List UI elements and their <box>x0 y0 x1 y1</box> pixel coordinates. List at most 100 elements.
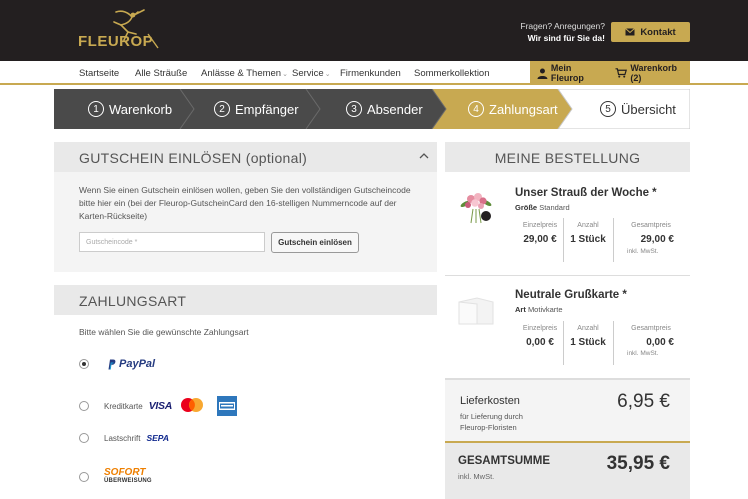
column-divider <box>613 218 614 262</box>
unit-price: 29,00 € <box>523 234 557 245</box>
attr-value: Standard <box>539 203 570 212</box>
bouquet-image <box>460 193 492 224</box>
quantity: 1 Stück <box>570 234 606 245</box>
payment-option-creditcard[interactable]: Kreditkarte VISA <box>79 396 237 416</box>
nav-label: Alle Sträuße <box>135 68 188 79</box>
delivery-note-1: für Lieferung durch <box>460 412 523 421</box>
sofort-radio[interactable] <box>79 472 89 482</box>
step-number: 2 <box>214 101 230 117</box>
grand-total-amount: 35,95 € <box>606 453 670 474</box>
payment-title: ZAHLUNGSART <box>79 293 187 309</box>
delivery-amount: 6,95 € <box>617 391 670 412</box>
contact-button[interactable]: Kontakt <box>611 22 690 42</box>
order-item-attribute: Größe Standard <box>515 203 570 212</box>
payment-header: ZAHLUNGSART <box>54 285 437 315</box>
payment-subtitle: Bitte wählen Sie die gewünschte Zahlungs… <box>79 327 249 337</box>
attr-label: Art <box>515 305 526 314</box>
user-icon <box>537 68 548 79</box>
creditcard-radio[interactable] <box>79 401 89 411</box>
nav-item-startseite[interactable]: Startseite <box>79 68 119 79</box>
mastercard-logo-icon <box>181 398 203 412</box>
unit-price-label: Einzelpreis <box>522 222 558 229</box>
column-divider <box>613 321 614 365</box>
step-number: 1 <box>88 101 104 117</box>
sofort-logo-icon: SOFORT ÜBERWEISUNG <box>104 467 152 485</box>
step-label: Übersicht <box>621 101 676 117</box>
nav-item-service[interactable]: Service⌄ <box>292 68 331 79</box>
creditcard-label: Kreditkarte <box>104 401 143 411</box>
order-item-title: Neutrale Grußkarte * <box>515 289 627 301</box>
directdebit-label: Lastschrift <box>104 433 141 443</box>
payment-option-sofort[interactable]: SOFORT ÜBERWEISUNG <box>79 467 152 485</box>
step-label: Absender <box>367 101 423 117</box>
nav-label: Service <box>292 68 324 79</box>
voucher-panel: GUTSCHEIN EINLÖSEN (optional) Wenn Sie e… <box>54 142 437 272</box>
payment-option-paypal[interactable]: PayPal <box>79 358 155 370</box>
sofort-logo-bottom: ÜBERWEISUNG <box>104 478 152 484</box>
voucher-description: Wenn Sie einen Gutschein einlösen wollen… <box>79 185 411 221</box>
cart-icon <box>615 68 628 78</box>
total-price: 0,00 € <box>646 337 674 348</box>
step-number: 3 <box>346 101 362 117</box>
grand-total-tax-note: inkl. MwSt. <box>458 472 495 481</box>
step-absender[interactable]: 3 Absender <box>346 89 423 129</box>
grand-total-label: GESAMTSUMME <box>458 455 550 467</box>
voucher-code-input[interactable]: Gutscheincode * <box>79 232 265 252</box>
step-number: 4 <box>468 101 484 117</box>
contact-label: Kontakt <box>640 26 676 38</box>
step-zahlungsart: 4 Zahlungsart <box>468 89 558 129</box>
total-price-label: Gesamtpreis <box>631 325 671 332</box>
voucher-placeholder: Gutscheincode * <box>86 238 138 246</box>
total-price: 29,00 € <box>640 234 674 245</box>
nav-item-firmenkunden[interactable]: Firmenkunden <box>340 68 401 79</box>
voucher-title: GUTSCHEIN EINLÖSEN (optional) <box>79 150 308 166</box>
step-label: Zahlungsart <box>489 101 558 117</box>
step-uebersicht: 5 Übersicht <box>600 89 676 129</box>
order-item-title: Unser Strauß der Woche * <box>515 187 657 199</box>
nav-label: Firmenkunden <box>340 68 401 79</box>
grand-total-box: GESAMTSUMME inkl. MwSt. 35,95 € <box>445 441 690 499</box>
my-account-link[interactable]: Mein Fleurop <box>537 63 606 83</box>
nav-label: Sommerkollektion <box>414 68 490 79</box>
site-header: FLEUROP Fragen? Anregungen? Wir sind für… <box>0 0 748 61</box>
nav-item-anlaesse[interactable]: Anlässe & Themen⌄ <box>201 68 288 79</box>
step-label: Warenkorb <box>109 101 173 117</box>
payment-panel: ZAHLUNGSART Bitte wählen Sie die gewünsc… <box>54 285 437 499</box>
paypal-radio[interactable] <box>79 359 89 369</box>
step-number: 5 <box>600 101 616 117</box>
nav-item-sommerkollektion[interactable]: Sommerkollektion <box>414 68 490 79</box>
sepa-logo-icon: SEPA <box>146 433 169 443</box>
visa-logo-icon: VISA <box>148 400 173 412</box>
tax-note: inkl. MwSt. <box>627 350 659 357</box>
delivery-label: Lieferkosten <box>460 395 520 407</box>
voucher-header[interactable]: GUTSCHEIN EINLÖSEN (optional) <box>54 142 437 172</box>
paypal-logo-icon <box>108 359 116 370</box>
step-warenkorb[interactable]: 1 Warenkorb <box>88 89 172 129</box>
american-express-logo-icon <box>217 396 237 416</box>
help-text: Fragen? Anregungen? Wir sind für Sie da! <box>520 20 605 44</box>
unit-price-label: Einzelpreis <box>522 325 558 332</box>
help-question: Fragen? Anregungen? <box>520 21 605 31</box>
order-header: MEINE BESTELLUNG <box>445 142 690 172</box>
attr-label: Größe <box>515 203 538 212</box>
logo-text[interactable]: FLEUROP <box>78 33 153 50</box>
cart-link[interactable]: Warenkorb (2) <box>615 63 690 83</box>
order-summary: MEINE BESTELLUNG Unser Strauß der Woche … <box>445 142 690 499</box>
sofort-logo-top: SOFORT <box>104 467 146 478</box>
paypal-label: PayPal <box>119 358 156 370</box>
my-account-label: Mein Fleurop <box>550 63 584 83</box>
unit-price: 0,00 € <box>526 337 554 348</box>
directdebit-radio[interactable] <box>79 433 89 443</box>
chevron-up-icon[interactable] <box>419 151 429 161</box>
envelope-icon <box>625 28 636 36</box>
total-price-label: Gesamtpreis <box>631 222 671 229</box>
chevron-down-icon: ⌄ <box>324 71 331 78</box>
help-answer: Wir sind für Sie da! <box>527 33 605 43</box>
order-title: MEINE BESTELLUNG <box>494 150 641 166</box>
delivery-costs-box: Lieferkosten für Lieferung durch Fleurop… <box>445 378 690 441</box>
redeem-voucher-button[interactable]: Gutschein einlösen <box>271 232 359 253</box>
nav-item-alle-straeusse[interactable]: Alle Sträuße <box>135 68 187 79</box>
step-empfaenger[interactable]: 2 Empfänger <box>214 89 299 129</box>
payment-option-directdebit[interactable]: Lastschrift SEPA <box>79 433 169 443</box>
nav-label: Startseite <box>79 68 120 79</box>
